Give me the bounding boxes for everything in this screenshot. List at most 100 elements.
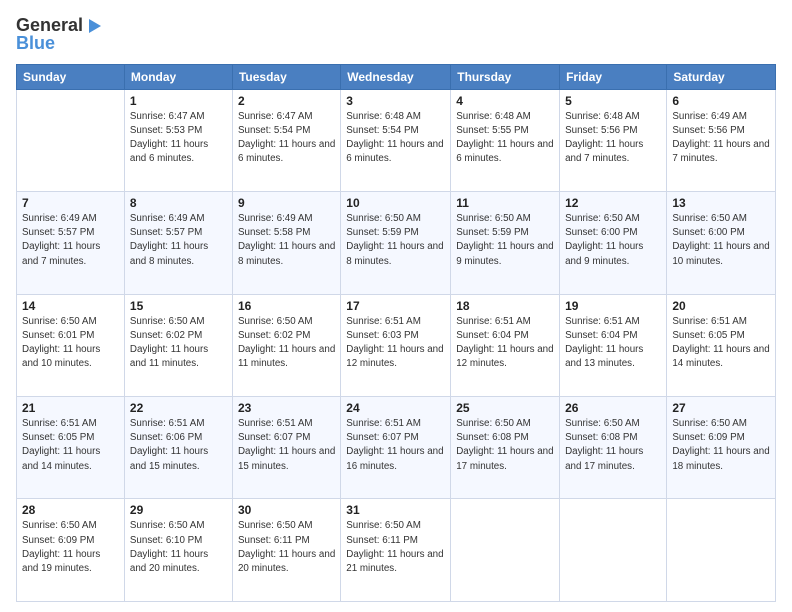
day-info: Sunrise: 6:51 AM Sunset: 6:03 PM Dayligh… [346, 315, 445, 372]
day-number: 15 [130, 299, 227, 313]
day-number: 20 [672, 299, 770, 313]
weekday-header-tuesday: Tuesday [232, 64, 340, 89]
day-info: Sunrise: 6:51 AM Sunset: 6:05 PM Dayligh… [672, 315, 770, 372]
week-row-2: 14Sunrise: 6:50 AM Sunset: 6:01 PM Dayli… [17, 294, 776, 396]
week-row-3: 21 Sunrise: 6:51 AM Sunset: 6:05 PM Dayli… [17, 397, 776, 499]
day-cell [667, 499, 776, 602]
day-info: Sunrise: 6:51 AM Sunset: 6:07 PM Dayligh… [346, 417, 445, 474]
day-number: 13 [672, 196, 770, 210]
day-cell: 14Sunrise: 6:50 AM Sunset: 6:01 PM Dayli… [17, 294, 125, 396]
day-cell: 28 Sunrise: 6:50 AM Sunset: 6:09 PM Dayli… [17, 499, 125, 602]
day-number: 23 [238, 401, 335, 415]
weekday-header-friday: Friday [560, 64, 667, 89]
day-info: Sunrise: 6:48 AM Sunset: 5:54 PM Dayligh… [346, 110, 445, 167]
day-number: 14 [22, 299, 119, 313]
day-info: Sunrise: 6:50 AM Sunset: 6:11 PM Dayligh… [346, 519, 445, 576]
weekday-header-saturday: Saturday [667, 64, 776, 89]
day-number: 11 [456, 196, 554, 210]
day-info: Sunrise: 6:50 AM Sunset: 6:10 PM Dayligh… [130, 519, 227, 576]
day-number: 4 [456, 94, 554, 108]
day-cell [451, 499, 560, 602]
day-cell: 20 Sunrise: 6:51 AM Sunset: 6:05 PM Dayli… [667, 294, 776, 396]
day-info: Sunrise: 6:51 AM Sunset: 6:04 PM Dayligh… [456, 315, 554, 372]
day-info: Sunrise: 6:51 AM Sunset: 6:06 PM Dayligh… [130, 417, 227, 474]
day-info: Sunrise: 6:50 AM Sunset: 6:02 PM Dayligh… [130, 315, 227, 372]
day-info: Sunrise: 6:49 AM Sunset: 5:57 PM Dayligh… [130, 212, 227, 269]
day-cell [560, 499, 667, 602]
day-cell: 31 Sunrise: 6:50 AM Sunset: 6:11 PM Dayli… [341, 499, 451, 602]
day-info: Sunrise: 6:50 AM Sunset: 6:00 PM Dayligh… [672, 212, 770, 269]
day-number: 19 [565, 299, 661, 313]
day-cell: 4 Sunrise: 6:48 AM Sunset: 5:55 PM Daylig… [451, 89, 560, 191]
day-number: 22 [130, 401, 227, 415]
day-number: 24 [346, 401, 445, 415]
day-cell: 13 Sunrise: 6:50 AM Sunset: 6:00 PM Dayli… [667, 192, 776, 294]
day-cell: 6 Sunrise: 6:49 AM Sunset: 5:56 PM Daylig… [667, 89, 776, 191]
day-info: Sunrise: 6:51 AM Sunset: 6:05 PM Dayligh… [22, 417, 119, 474]
week-row-1: 7Sunrise: 6:49 AM Sunset: 5:57 PM Daylig… [17, 192, 776, 294]
day-info: Sunrise: 6:50 AM Sunset: 6:02 PM Dayligh… [238, 315, 335, 372]
day-number: 18 [456, 299, 554, 313]
day-number: 31 [346, 503, 445, 517]
day-cell: 12 Sunrise: 6:50 AM Sunset: 6:00 PM Dayli… [560, 192, 667, 294]
day-number: 1 [130, 94, 227, 108]
day-cell: 10 Sunrise: 6:50 AM Sunset: 5:59 PM Dayli… [341, 192, 451, 294]
day-info: Sunrise: 6:49 AM Sunset: 5:56 PM Dayligh… [672, 110, 770, 167]
day-number: 2 [238, 94, 335, 108]
day-cell: 7Sunrise: 6:49 AM Sunset: 5:57 PM Daylig… [17, 192, 125, 294]
day-number: 27 [672, 401, 770, 415]
weekday-header-thursday: Thursday [451, 64, 560, 89]
day-cell: 1 Sunrise: 6:47 AM Sunset: 5:53 PM Daylig… [124, 89, 232, 191]
day-cell: 21 Sunrise: 6:51 AM Sunset: 6:05 PM Dayli… [17, 397, 125, 499]
day-cell: 24 Sunrise: 6:51 AM Sunset: 6:07 PM Dayli… [341, 397, 451, 499]
day-number: 5 [565, 94, 661, 108]
day-number: 16 [238, 299, 335, 313]
calendar-table: SundayMondayTuesdayWednesdayThursdayFrid… [16, 64, 776, 602]
day-cell: 2 Sunrise: 6:47 AM Sunset: 5:54 PM Daylig… [232, 89, 340, 191]
day-info: Sunrise: 6:50 AM Sunset: 6:09 PM Dayligh… [22, 519, 119, 576]
logo: General Blue [16, 16, 103, 54]
weekday-header-row: SundayMondayTuesdayWednesdayThursdayFrid… [17, 64, 776, 89]
day-info: Sunrise: 6:50 AM Sunset: 5:59 PM Dayligh… [346, 212, 445, 269]
day-info: Sunrise: 6:50 AM Sunset: 5:59 PM Dayligh… [456, 212, 554, 269]
logo-arrow-icon [85, 17, 103, 35]
day-info: Sunrise: 6:49 AM Sunset: 5:58 PM Dayligh… [238, 212, 335, 269]
day-info: Sunrise: 6:47 AM Sunset: 5:53 PM Dayligh… [130, 110, 227, 167]
day-cell: 18 Sunrise: 6:51 AM Sunset: 6:04 PM Dayli… [451, 294, 560, 396]
day-number: 12 [565, 196, 661, 210]
weekday-header-sunday: Sunday [17, 64, 125, 89]
day-number: 6 [672, 94, 770, 108]
day-cell: 11 Sunrise: 6:50 AM Sunset: 5:59 PM Dayli… [451, 192, 560, 294]
logo-text-blue: Blue [16, 34, 103, 54]
day-info: Sunrise: 6:51 AM Sunset: 6:04 PM Dayligh… [565, 315, 661, 372]
day-number: 29 [130, 503, 227, 517]
day-number: 21 [22, 401, 119, 415]
day-info: Sunrise: 6:48 AM Sunset: 5:55 PM Dayligh… [456, 110, 554, 167]
day-info: Sunrise: 6:50 AM Sunset: 6:08 PM Dayligh… [565, 417, 661, 474]
week-row-0: 1 Sunrise: 6:47 AM Sunset: 5:53 PM Daylig… [17, 89, 776, 191]
day-info: Sunrise: 6:49 AM Sunset: 5:57 PM Dayligh… [22, 212, 119, 269]
day-info: Sunrise: 6:50 AM Sunset: 6:11 PM Dayligh… [238, 519, 335, 576]
logo-container: General Blue [16, 16, 103, 54]
day-number: 28 [22, 503, 119, 517]
page: General Blue SundayMondayTuesdayWednesda… [0, 0, 792, 612]
day-cell: 3 Sunrise: 6:48 AM Sunset: 5:54 PM Daylig… [341, 89, 451, 191]
day-cell: 5Sunrise: 6:48 AM Sunset: 5:56 PM Daylig… [560, 89, 667, 191]
day-cell: 19 Sunrise: 6:51 AM Sunset: 6:04 PM Dayli… [560, 294, 667, 396]
day-info: Sunrise: 6:47 AM Sunset: 5:54 PM Dayligh… [238, 110, 335, 167]
day-cell: 26 Sunrise: 6:50 AM Sunset: 6:08 PM Dayli… [560, 397, 667, 499]
day-cell: 30Sunrise: 6:50 AM Sunset: 6:11 PM Dayli… [232, 499, 340, 602]
day-cell: 27 Sunrise: 6:50 AM Sunset: 6:09 PM Dayli… [667, 397, 776, 499]
day-number: 8 [130, 196, 227, 210]
day-info: Sunrise: 6:51 AM Sunset: 6:07 PM Dayligh… [238, 417, 335, 474]
day-info: Sunrise: 6:50 AM Sunset: 6:09 PM Dayligh… [672, 417, 770, 474]
day-cell [17, 89, 125, 191]
day-number: 26 [565, 401, 661, 415]
day-cell: 22 Sunrise: 6:51 AM Sunset: 6:06 PM Dayli… [124, 397, 232, 499]
day-number: 17 [346, 299, 445, 313]
day-cell: 8 Sunrise: 6:49 AM Sunset: 5:57 PM Daylig… [124, 192, 232, 294]
day-number: 25 [456, 401, 554, 415]
day-number: 3 [346, 94, 445, 108]
day-info: Sunrise: 6:50 AM Sunset: 6:00 PM Dayligh… [565, 212, 661, 269]
day-number: 10 [346, 196, 445, 210]
